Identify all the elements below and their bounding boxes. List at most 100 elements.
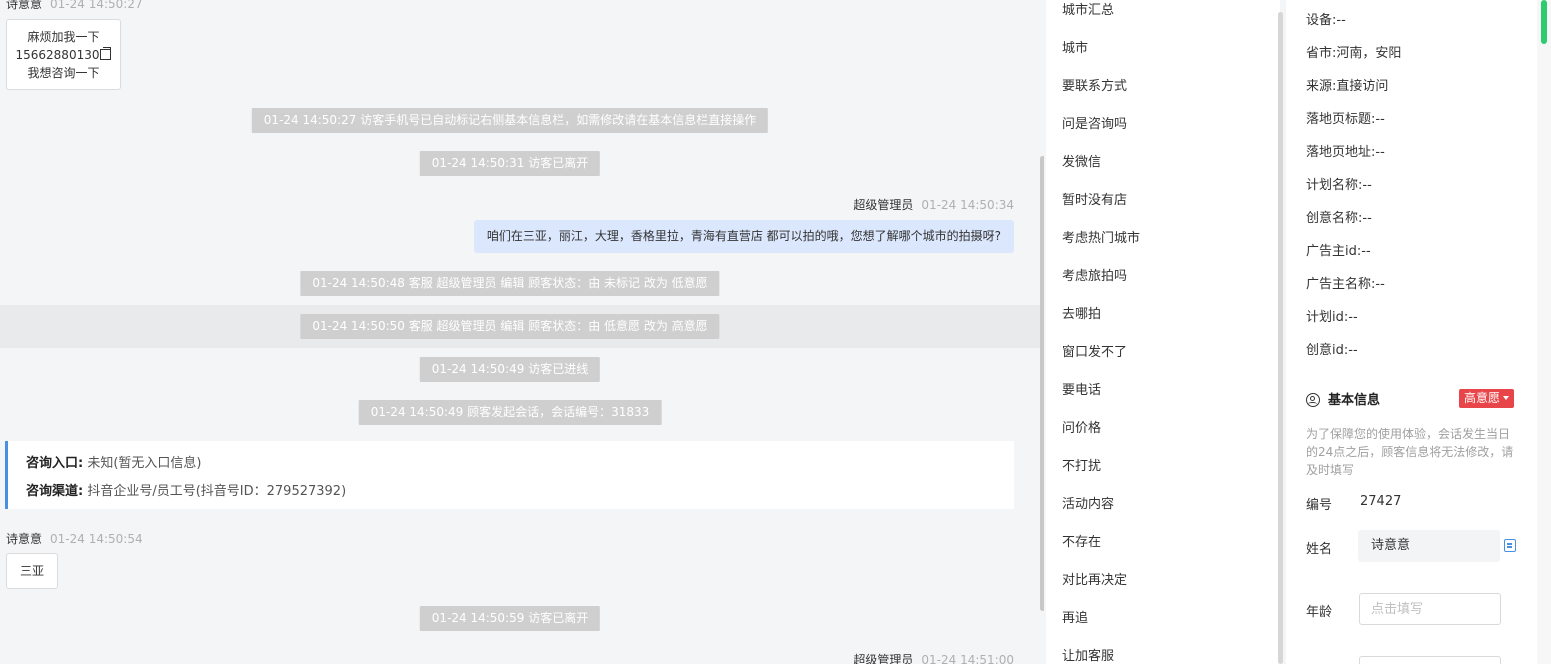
message-text: 麻烦加我一下: [27, 30, 100, 44]
message-time: 01-24 14:51:00: [921, 653, 1014, 664]
quick-reply-item[interactable]: 问是咨询吗: [1062, 113, 1127, 132]
phone-line: 15662880130: [7, 46, 120, 64]
quick-reply-item[interactable]: 对比再决定: [1062, 569, 1127, 588]
quick-reply-scrollbar[interactable]: [1278, 12, 1283, 664]
field-value: --: [1375, 145, 1385, 160]
system-message: 01-24 14:50:31 访客已离开: [419, 151, 601, 176]
field-plan-id: 计划id:--: [1306, 306, 1358, 325]
field-value: --: [1362, 178, 1372, 193]
field-plan-name: 计划名称:--: [1306, 174, 1372, 193]
field-label: 来源:: [1306, 79, 1337, 94]
edit-notice: 为了保障您的使用体验，会话发生当日的24点之后，顾客信息将无法修改，请及时填写: [1306, 427, 1514, 477]
chat-scrollbar[interactable]: [1040, 156, 1044, 611]
quick-reply-item[interactable]: 问价格: [1062, 417, 1101, 436]
field-label: 创意名称:: [1306, 211, 1363, 226]
field-value: 直接访问: [1336, 79, 1389, 94]
consult-channel-value: 抖音企业号/员工号(抖音号ID：279527392): [87, 484, 347, 499]
message-meta: 诗意意 01-24 14:50:54: [6, 530, 143, 547]
field-label: 计划id:: [1306, 310, 1349, 325]
consult-channel-row: 咨询渠道: 抖音企业号/员工号(抖音号ID：279527392): [26, 480, 346, 499]
field-device: 设备:--: [1306, 9, 1346, 28]
field-advertiser-name: 广告主名称:--: [1306, 273, 1385, 292]
copy-icon[interactable]: [1504, 539, 1516, 552]
field-label: 广告主id:: [1306, 244, 1362, 259]
age-label: 年龄: [1306, 605, 1333, 620]
system-message: 01-24 14:50:59 访客已离开: [419, 606, 601, 631]
field-value: --: [1375, 277, 1385, 292]
message-meta: 诗意意 01-24 14:50:27: [6, 0, 143, 12]
field-label: 创意id:: [1306, 343, 1349, 358]
field-creative-name: 创意名称:--: [1306, 207, 1372, 226]
field-value: --: [1348, 310, 1358, 325]
consult-entry-row: 咨询入口: 未知(暂无入口信息): [26, 452, 202, 471]
quick-reply-item[interactable]: 要电话: [1062, 379, 1101, 398]
system-message: 01-24 14:50:48 客服 超级管理员 编辑 顾客状态：由 未标记 改为…: [300, 271, 720, 296]
system-message: 01-24 14:50:27 访客手机号已自动标记右侧基本信息栏，如需修改请在基…: [251, 108, 769, 133]
quick-reply-item[interactable]: 活动内容: [1062, 493, 1114, 512]
system-message: 01-24 14:50:49 访客已进线: [419, 357, 601, 382]
consult-channel-label: 咨询渠道:: [26, 484, 84, 499]
agent-message-bubble: 咱们在三亚，丽江，大理，香格里拉，青海有直营店 都可以拍的哦，您想了解哪个城市的…: [473, 220, 1014, 253]
field-advertiser-id: 广告主id:--: [1306, 240, 1371, 259]
age-input[interactable]: [1359, 593, 1501, 625]
quick-reply-item[interactable]: 城市汇总: [1062, 0, 1114, 18]
panel-scrollbar[interactable]: [1537, 0, 1551, 664]
field-value: --: [1361, 244, 1371, 259]
name-label: 姓名: [1306, 542, 1333, 557]
field-value: --: [1348, 343, 1358, 358]
id-value: 27427: [1360, 494, 1402, 509]
customer-info-panel: 设备:-- 省市:河南，安阳 来源:直接访问 落地页标题:-- 落地页地址:--…: [1286, 0, 1538, 664]
message-time: 01-24 14:50:54: [50, 532, 143, 546]
quick-reply-item[interactable]: 考虑旅拍吗: [1062, 265, 1127, 284]
field-landing-url: 落地页地址:--: [1306, 141, 1385, 160]
field-value: --: [1362, 211, 1372, 226]
quick-reply-item[interactable]: 城市: [1062, 37, 1088, 56]
message-time: 01-24 14:50:27: [50, 0, 143, 11]
quick-reply-item[interactable]: 要联系方式: [1062, 75, 1127, 94]
quick-reply-item[interactable]: 窗口发不了: [1062, 341, 1127, 360]
panel-scrollbar-thumb[interactable]: [1541, 0, 1547, 44]
field-label: 广告主名称:: [1306, 277, 1376, 292]
quick-reply-item[interactable]: 不存在: [1062, 531, 1101, 550]
consult-entry-label: 咨询入口:: [26, 456, 84, 471]
consult-info-card: 咨询入口: 未知(暂无入口信息) 咨询渠道: 抖音企业号/员工号(抖音号ID：2…: [5, 441, 1014, 509]
sender-name: 诗意意: [6, 0, 43, 11]
consult-entry-value: 未知(暂无入口信息): [87, 456, 202, 471]
field-label: 省市:: [1306, 46, 1337, 61]
next-field-input[interactable]: [1359, 656, 1501, 664]
field-landing-title: 落地页标题:--: [1306, 108, 1385, 127]
system-message: 01-24 14:50:49 顾客发起会话，会话编号：31833: [358, 400, 662, 425]
message-meta: 超级管理员 01-24 14:50:34: [853, 196, 1014, 213]
message-time: 01-24 14:50:34: [921, 198, 1014, 212]
quick-reply-list: 城市汇总 城市 要联系方式 问是咨询吗 发微信 暂时没有店 考虑热门城市 考虑旅…: [1046, 0, 1280, 664]
quick-reply-item[interactable]: 发微信: [1062, 151, 1101, 170]
quick-reply-item[interactable]: 再追: [1062, 607, 1088, 626]
sender-name: 诗意意: [6, 532, 43, 546]
sender-name: 超级管理员: [853, 198, 914, 212]
basic-info-title: 基本信息: [1306, 389, 1380, 408]
name-field[interactable]: 诗意意: [1358, 530, 1500, 562]
field-value: --: [1336, 13, 1346, 28]
field-creative-id: 创意id:--: [1306, 339, 1358, 358]
quick-reply-item[interactable]: 不打扰: [1062, 455, 1101, 474]
field-province-city: 省市:河南，安阳: [1306, 42, 1401, 61]
field-source: 来源:直接访问: [1306, 75, 1388, 94]
sender-name: 超级管理员: [853, 653, 914, 664]
field-label: 设备:: [1306, 13, 1337, 28]
intent-status-label: 高意愿: [1464, 391, 1501, 405]
quick-reply-item[interactable]: 去哪拍: [1062, 303, 1101, 322]
quick-reply-item[interactable]: 暂时没有店: [1062, 189, 1127, 208]
quick-reply-item[interactable]: 考虑热门城市: [1062, 227, 1140, 246]
field-value: --: [1375, 112, 1385, 127]
quick-reply-item[interactable]: 让加客服: [1062, 645, 1114, 664]
intent-status-dropdown[interactable]: 高意愿: [1459, 389, 1515, 408]
field-label: 落地页标题:: [1306, 112, 1376, 127]
phone-number[interactable]: 15662880130: [16, 48, 100, 62]
caret-down-icon: [1503, 396, 1510, 400]
field-label: 计划名称:: [1306, 178, 1363, 193]
copy-icon[interactable]: [100, 47, 112, 60]
visitor-message-bubble: 麻烦加我一下 15662880130 我想咨询一下: [6, 19, 121, 90]
field-value: 河南，安阳: [1336, 46, 1402, 61]
field-label: 落地页地址:: [1306, 145, 1376, 160]
id-label: 编号: [1306, 498, 1333, 513]
